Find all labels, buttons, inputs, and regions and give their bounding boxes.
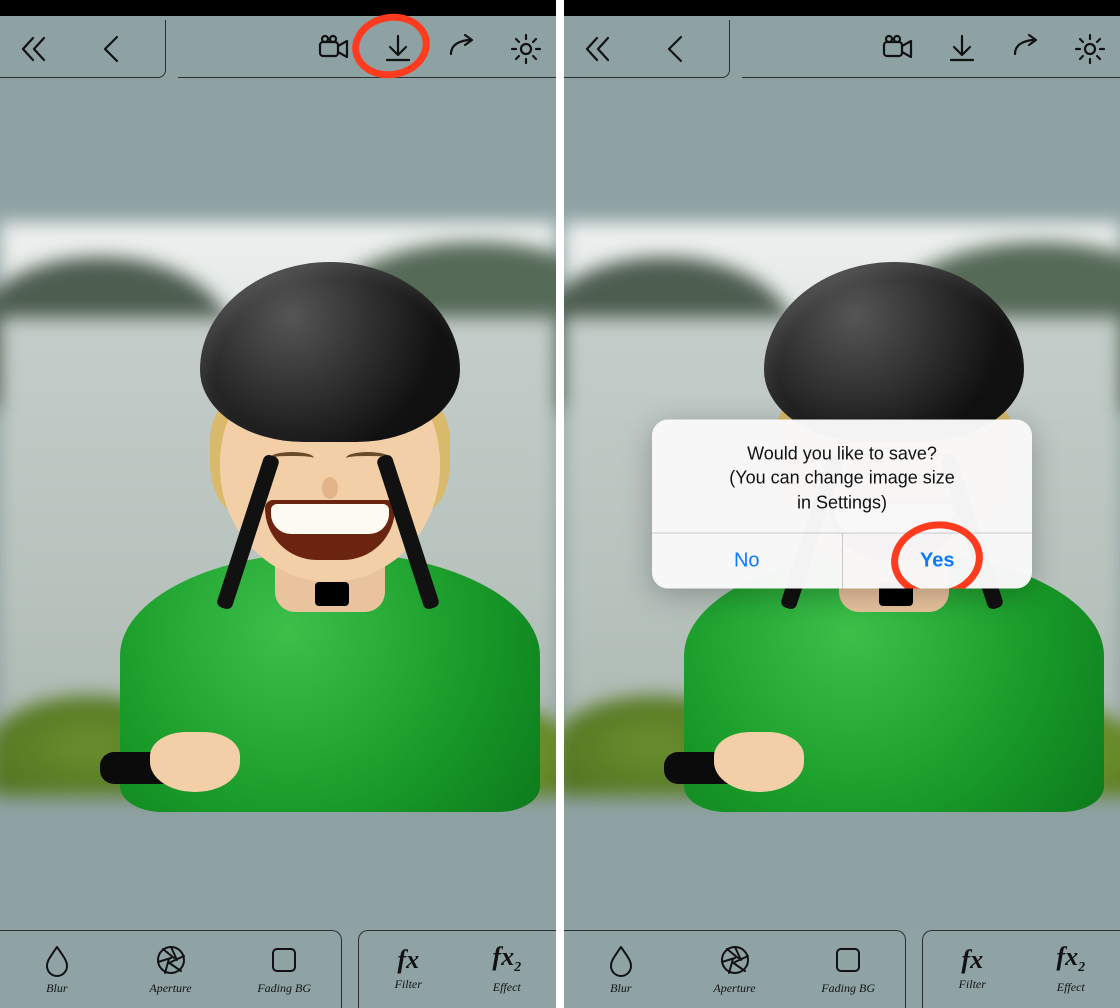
tool-filter[interactable]: fx Filter (923, 931, 1022, 1008)
tool-filter[interactable]: fx Filter (359, 931, 458, 1008)
tool-fading-bg[interactable]: Fading BG (227, 931, 341, 1008)
save-dialog: Would you like to save? (You can change … (652, 420, 1032, 589)
download-icon[interactable] (942, 29, 982, 69)
editor-canvas[interactable]: Would you like to save? (You can change … (564, 80, 1120, 928)
top-right-actions (178, 20, 556, 78)
chevron-left-icon[interactable] (92, 29, 132, 69)
status-bar (564, 0, 1120, 16)
double-chevron-left-icon[interactable] (578, 29, 618, 69)
dialog-line: in Settings) (674, 490, 1010, 514)
tool-label: Blur (46, 981, 67, 996)
dialog-line: Would you like to save? (674, 442, 1010, 466)
drop-icon (604, 943, 638, 977)
gear-icon[interactable] (1070, 29, 1110, 69)
drop-icon (40, 943, 74, 977)
bottom-group-left: Blur Aperture Fading BG (0, 930, 342, 1008)
fx-icon: fx (397, 947, 419, 973)
bottom-group-right: fx Filter fx2 Effect (358, 930, 556, 1008)
top-toolbar (564, 16, 1120, 80)
dialog-message: Would you like to save? (You can change … (652, 420, 1032, 533)
download-icon[interactable] (378, 29, 418, 69)
share-icon[interactable] (442, 29, 482, 69)
pane-divider (556, 0, 564, 1008)
dialog-yes-button[interactable]: Yes (842, 533, 1033, 588)
square-icon (831, 943, 865, 977)
top-right-actions (742, 20, 1120, 78)
tool-label: Aperture (149, 981, 191, 996)
tool-aperture[interactable]: Aperture (678, 931, 792, 1008)
tool-blur[interactable]: Blur (0, 931, 114, 1008)
right-screenshot: Would you like to save? (You can change … (564, 0, 1120, 1008)
dialog-no-button[interactable]: No (652, 533, 842, 588)
tool-aperture[interactable]: Aperture (114, 931, 228, 1008)
tool-label: Filter (959, 977, 986, 992)
dialog-line: (You can change image size (674, 466, 1010, 490)
aperture-icon (154, 943, 188, 977)
left-screenshot: Blur Aperture Fading BG fx Filter f (0, 0, 556, 1008)
fx2-icon: fx2 (492, 944, 521, 975)
share-icon[interactable] (1006, 29, 1046, 69)
video-camera-icon[interactable] (878, 29, 918, 69)
bottom-group-left: Blur Aperture Fading BG (564, 930, 906, 1008)
tool-label: Filter (395, 977, 422, 992)
tool-label: Effect (1057, 980, 1085, 995)
dialog-buttons: No Yes (652, 532, 1032, 588)
tool-label: Fading BG (821, 981, 875, 996)
bottom-toolbar: Blur Aperture Fading BG fx Filter f (0, 930, 556, 1008)
status-bar (0, 0, 556, 16)
top-toolbar (0, 16, 556, 80)
square-icon (267, 943, 301, 977)
dialog-no-label: No (734, 549, 760, 572)
tool-fading-bg[interactable]: Fading BG (791, 931, 905, 1008)
editor-canvas[interactable] (0, 80, 556, 928)
fx2-icon: fx2 (1056, 944, 1085, 975)
tool-effect[interactable]: fx2 Effect (458, 931, 557, 1008)
tool-blur[interactable]: Blur (564, 931, 678, 1008)
bottom-toolbar: Blur Aperture Fading BG fx Filter f (564, 930, 1120, 1008)
tool-label: Aperture (713, 981, 755, 996)
tool-label: Blur (610, 981, 631, 996)
chevron-left-icon[interactable] (656, 29, 696, 69)
dialog-yes-label: Yes (920, 549, 954, 572)
gear-icon[interactable] (506, 29, 546, 69)
photo-preview (0, 222, 556, 786)
video-camera-icon[interactable] (314, 29, 354, 69)
tool-label: Fading BG (257, 981, 311, 996)
tool-label: Effect (493, 980, 521, 995)
fx-icon: fx (961, 947, 983, 973)
tool-effect[interactable]: fx2 Effect (1022, 931, 1120, 1008)
back-button-group (0, 20, 166, 78)
back-button-group (564, 20, 730, 78)
double-chevron-left-icon[interactable] (14, 29, 54, 69)
bottom-group-right: fx Filter fx2 Effect (922, 930, 1120, 1008)
aperture-icon (718, 943, 752, 977)
